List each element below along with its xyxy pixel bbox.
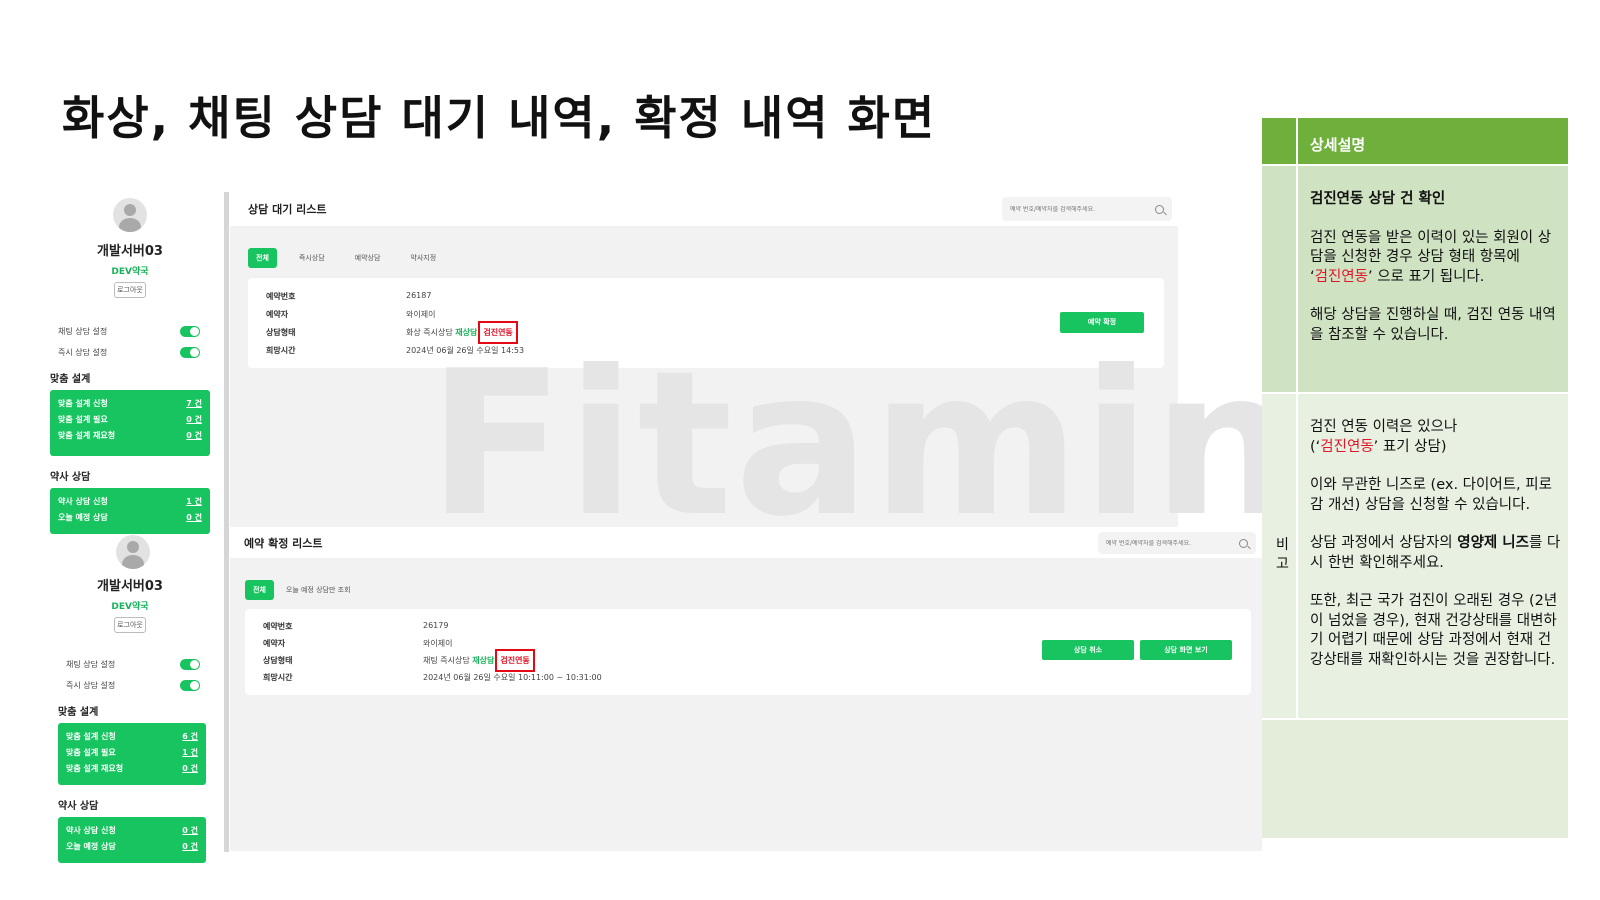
sidebar-item[interactable]: 맞춤 설계 필요 1 건 xyxy=(66,745,198,761)
instant-consult-setting: 즉시 상담 설정 xyxy=(50,347,210,358)
toggle-label: 즉시 상담 설정 xyxy=(66,681,116,690)
custom-design-heading: 맞춤 설계 xyxy=(58,707,99,718)
field-desired-time: 희망시간 2024년 06월 26일 수요일 14:53 xyxy=(266,346,525,355)
description-header: 상세설명 xyxy=(1262,118,1568,164)
tab-bar: 전체 즉시상담 예약상담 약사지정 xyxy=(248,248,454,268)
sidebar-item[interactable]: 약사 상담 신청 0 건 xyxy=(66,823,198,839)
slide-title: 화상, 채팅 상담 대기 내역, 확정 내역 화면 xyxy=(62,91,937,145)
highlight-box: 검진연동 xyxy=(478,321,518,344)
tab-pharmacist[interactable]: 약사지정 xyxy=(402,248,444,268)
custom-design-heading: 맞춤 설계 xyxy=(50,374,91,385)
sidebar-item[interactable]: 약사 상담 신청 1 건 xyxy=(58,494,202,510)
description-header-title: 상세설명 xyxy=(1310,136,1366,154)
description-block-2: 검진 연동 이력은 있으나 (‘검진연동’ 표기 상담) 이와 무관한 니즈로 … xyxy=(1310,419,1561,668)
description-block-1: 검진연동 상담 건 확인 검진 연동을 받은 이력이 있는 회원이 상담을 신청… xyxy=(1310,191,1556,343)
chat-consult-toggle[interactable] xyxy=(180,659,200,670)
reservation-card: 예약번호 26179 예약자 와이제이 상담형태 채팅 즉시상담 재상담 검진연동 희… xyxy=(245,609,1251,695)
field-reservation-no: 예약번호 26187 xyxy=(266,291,432,301)
checkup-link-badge: 검진연동 xyxy=(483,328,513,337)
recounsel-badge: 재상담 xyxy=(472,656,495,665)
sidebar-item[interactable]: 맞춤 설계 필요 0 건 xyxy=(58,412,202,428)
field-desired-time: 희망시간 2024년 06월 26일 수요일 10:11:00 ~ 10:31:0… xyxy=(263,673,602,682)
vertical-divider xyxy=(224,192,229,852)
confirmed-list-panel: 예약 확정 리스트 전체 오늘 예정 상담만 조회 예약번호26179 예약자와… xyxy=(230,528,1262,851)
panel-title: 상담 대기 리스트 xyxy=(248,203,327,216)
field-reserver: 예약자 와이제이 xyxy=(263,639,453,648)
sidebar-item[interactable]: 맞춤 설계 재요청 0 건 xyxy=(66,761,198,777)
instant-consult-toggle[interactable] xyxy=(180,680,200,691)
search-box xyxy=(1002,197,1172,221)
sidebar-item[interactable]: 맞춤 설계 신청 7 건 xyxy=(58,396,202,412)
tab-today-only[interactable]: 오늘 예정 상담만 조회 xyxy=(278,580,359,600)
sidebar-item[interactable]: 오늘 예정 상담 0 건 xyxy=(58,510,202,526)
panel-header: 상담 대기 리스트 xyxy=(230,192,1178,226)
chat-consult-setting: 채팅 상담 설정 xyxy=(50,659,210,670)
field-consult-type: 상담형태 채팅 즉시상담 재상담 검진연동 xyxy=(263,649,763,672)
pharmacist-consult-box: 약사 상담 신청 1 건 오늘 예정 상담 0 건 xyxy=(50,488,210,534)
sidebar-item[interactable]: 오늘 예정 상담 0 건 xyxy=(66,839,198,855)
pharmacy-name: DEV약국 xyxy=(111,602,149,612)
custom-design-box: 맞춤 설계 신청 7 건 맞춤 설계 필요 0 건 맞춤 설계 재요청 0 건 xyxy=(50,390,210,456)
pharmacist-consult-heading: 약사 상담 xyxy=(58,801,99,812)
reservation-card: 예약번호 26187 예약자 와이제이 상담형태 화상 즉시상담 재상담 검진연동 희… xyxy=(248,278,1164,368)
logout-button[interactable]: 로그아웃 xyxy=(114,617,146,633)
tab-instant[interactable]: 즉시상담 xyxy=(291,248,333,268)
chat-consult-toggle[interactable] xyxy=(180,326,200,337)
recounsel-badge: 재상담 xyxy=(455,328,478,337)
sidebar-item[interactable]: 맞춤 설계 재요청 0 건 xyxy=(58,428,202,444)
highlight-box: 검진연동 xyxy=(495,649,535,672)
custom-design-box: 맞춤 설계 신청 6 건 맞춤 설계 필요 1 건 맞춤 설계 재요청 0 건 xyxy=(58,723,206,785)
instant-consult-setting: 즉시 상담 설정 xyxy=(50,680,210,691)
cancel-consult-button[interactable]: 상담 취소 xyxy=(1042,640,1134,660)
panel-header: 예약 확정 리스트 xyxy=(230,528,1262,558)
sidebar-confirmed: 개발서버03 DEV약국 로그아웃 채팅 상담 설정 즉시 상담 설정 맞춤 설… xyxy=(50,535,210,863)
table-divider xyxy=(1262,718,1568,720)
pharmacist-consult-box: 약사 상담 신청 0 건 오늘 예정 상담 0 건 xyxy=(58,817,206,863)
pharmacist-consult-heading: 약사 상담 xyxy=(50,472,91,483)
field-reserver: 예약자 와이제이 xyxy=(266,310,436,319)
waiting-list-panel: 상담 대기 리스트 전체 즉시상담 예약상담 약사지정 예약번호26187 예약… xyxy=(230,192,1178,527)
instant-consult-toggle[interactable] xyxy=(180,347,200,358)
pharmacist-name: 개발서버03 xyxy=(97,579,163,594)
toggle-label: 채팅 상담 설정 xyxy=(66,660,116,669)
sidebar-waiting: 개발서버03 DEV약국 로그아웃 채팅 상담 설정 즉시 상담 설정 맞춤 설… xyxy=(50,198,210,534)
field-consult-type: 상담형태 화상 즉시상담 재상담 검진연동 xyxy=(266,321,766,344)
search-icon[interactable] xyxy=(1239,538,1248,548)
tab-bar: 전체 오늘 예정 상담만 조회 xyxy=(245,580,359,600)
search-icon[interactable] xyxy=(1155,204,1164,214)
table-divider xyxy=(1262,164,1568,166)
logout-button[interactable]: 로그아웃 xyxy=(114,282,146,298)
checkup-link-badge: 검진연동 xyxy=(500,656,530,665)
avatar xyxy=(116,535,150,569)
toggle-label: 채팅 상담 설정 xyxy=(58,327,108,336)
tab-reserved[interactable]: 예약상담 xyxy=(347,248,389,268)
sidebar-item[interactable]: 맞춤 설계 신청 6 건 xyxy=(66,729,198,745)
avatar xyxy=(113,198,147,232)
table-divider xyxy=(1262,392,1568,394)
chat-consult-setting: 채팅 상담 설정 xyxy=(50,326,210,337)
tab-all[interactable]: 전체 xyxy=(245,580,274,600)
search-box xyxy=(1098,532,1256,554)
pharmacy-name: DEV약국 xyxy=(111,267,149,277)
pharmacist-name: 개발서버03 xyxy=(97,244,163,259)
search-input[interactable] xyxy=(1106,539,1239,547)
confirm-reservation-button[interactable]: 예약 확정 xyxy=(1060,312,1144,333)
description-table: 상세설명 비고 검진연동 상담 건 확인 검진 연동을 받은 이력이 있는 회원… xyxy=(1262,118,1568,838)
remarks-label: 비고 xyxy=(1276,537,1289,572)
toggle-label: 즉시 상담 설정 xyxy=(58,348,108,357)
field-reservation-no: 예약번호 26179 xyxy=(263,621,449,631)
panel-title: 예약 확정 리스트 xyxy=(244,537,323,550)
tab-all[interactable]: 전체 xyxy=(248,248,277,268)
table-divider xyxy=(1296,118,1298,718)
search-input[interactable] xyxy=(1010,205,1155,213)
view-consult-button[interactable]: 상담 화면 보기 xyxy=(1140,640,1232,660)
